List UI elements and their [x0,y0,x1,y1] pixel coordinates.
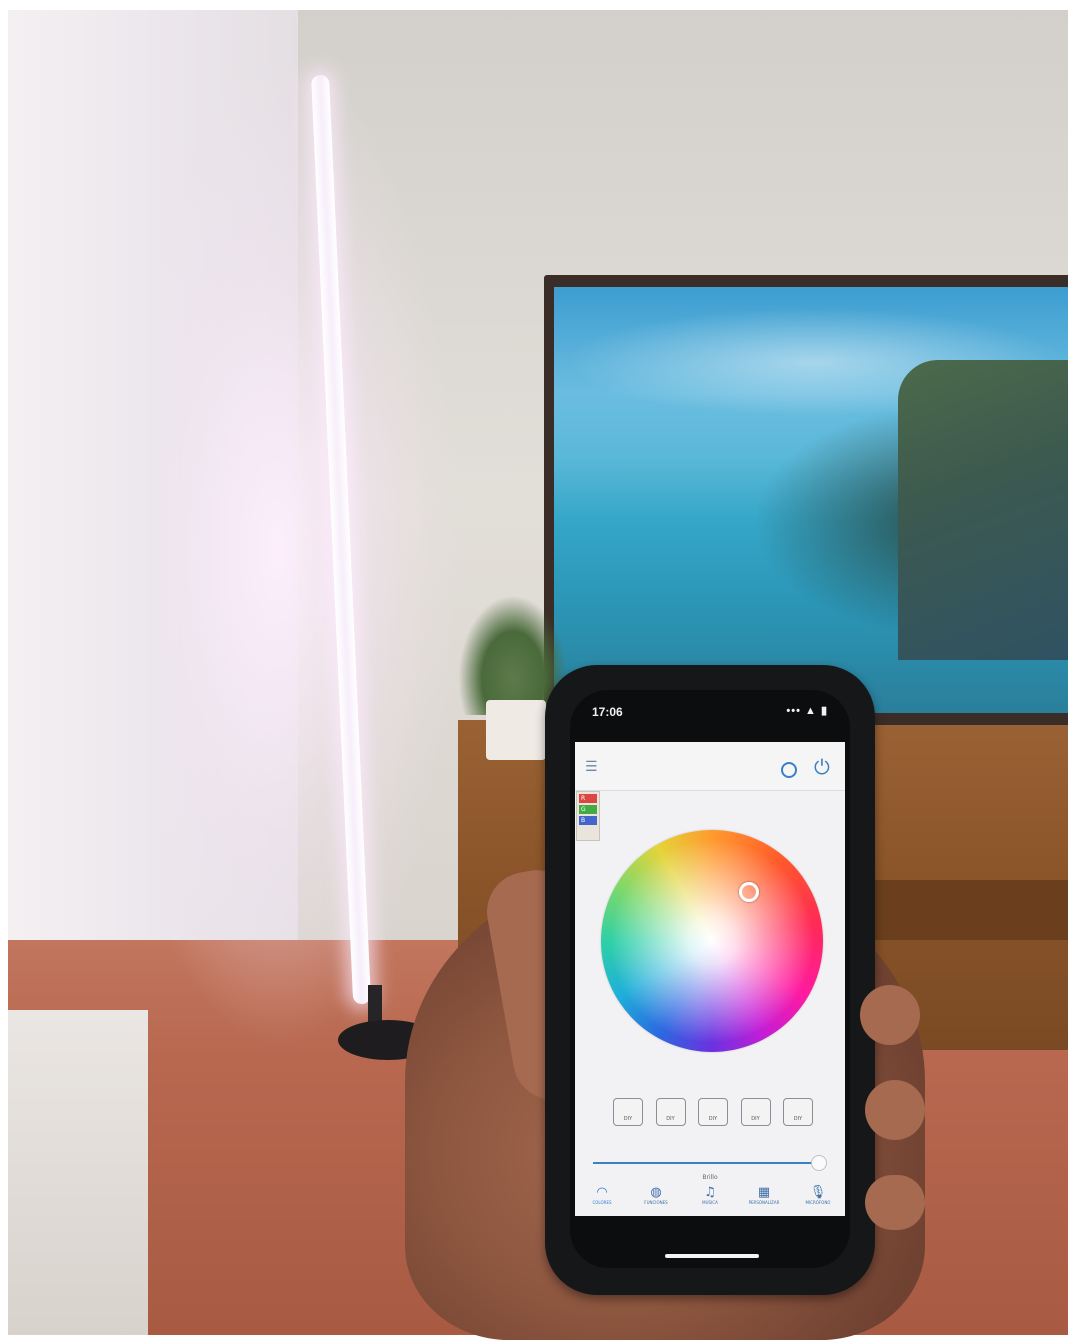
finger [860,985,920,1045]
rgb-red: R [579,794,597,803]
cabinet-shelf [868,880,1068,940]
functions-icon: ◍ [650,1185,662,1200]
grid-icon: ▦ [757,1185,771,1200]
brightness-slider-knob[interactable] [811,1155,827,1171]
tab-bar: ◠ COLORES ◍ FUNCIONES ♫ MÚSICA ▦ PERSONA… [575,1185,845,1216]
power-icon[interactable]: ⏻ [814,757,830,777]
color-wheel[interactable] [601,830,823,1052]
colors-icon: ◠ [596,1185,608,1200]
plant-pot [486,700,546,760]
tab-label: FUNCIONES [644,1200,668,1205]
tab-label: MÚSICA [702,1200,718,1205]
home-indicator[interactable] [665,1254,759,1258]
diy-button[interactable]: DIY [783,1098,813,1126]
status-time: 17:06 [592,705,623,719]
microphone-icon: 🎙 [809,1185,827,1200]
tab-label: COLORES [592,1200,612,1205]
alarm-icon[interactable] [781,762,797,778]
diy-row: DIY DIY DIY DIY DIY [613,1098,813,1130]
phone-screen: 17:06 ••• ▲ ▮ ☰ ⏻ R G B DIY DIY DIY DIY … [570,690,850,1268]
tab-label: PERSONALIZAR [748,1200,780,1205]
finger [865,1080,925,1140]
diy-button[interactable]: DIY [655,1098,686,1126]
app-header: ☰ ⏻ [575,742,845,791]
status-icons: ••• ▲ ▮ [786,705,828,717]
tab-functions[interactable]: ◍ FUNCIONES [631,1185,681,1216]
brightness-slider-track[interactable] [593,1162,815,1164]
tab-label: MICRÓFONO [805,1200,831,1205]
rgb-badge[interactable]: R G B [576,791,600,841]
rgb-blue: B [579,816,597,825]
brightness-label: Brillo [702,1174,718,1181]
tab-colors[interactable]: ◠ COLORES [577,1185,627,1216]
menu-icon[interactable]: ☰ [585,760,598,774]
tv-cliff [898,360,1068,660]
diy-button[interactable]: DIY [698,1098,728,1126]
floor-corner [8,1010,148,1335]
rgb-green: G [579,805,597,814]
music-note-icon: ♫ [704,1185,716,1200]
lamp-glow [158,50,458,1050]
tab-music[interactable]: ♫ MÚSICA [685,1185,735,1216]
color-wheel-picker[interactable] [739,882,759,902]
tab-microphone[interactable]: 🎙 MICRÓFONO [793,1185,843,1216]
lamp-app: ☰ ⏻ R G B DIY DIY DIY DIY DIY Brillo ◠ C… [575,742,845,1216]
diy-button[interactable]: DIY [613,1098,643,1126]
diy-button[interactable]: DIY [740,1098,771,1126]
finger [865,1175,925,1230]
tab-customize[interactable]: ▦ PERSONALIZAR [739,1185,789,1216]
